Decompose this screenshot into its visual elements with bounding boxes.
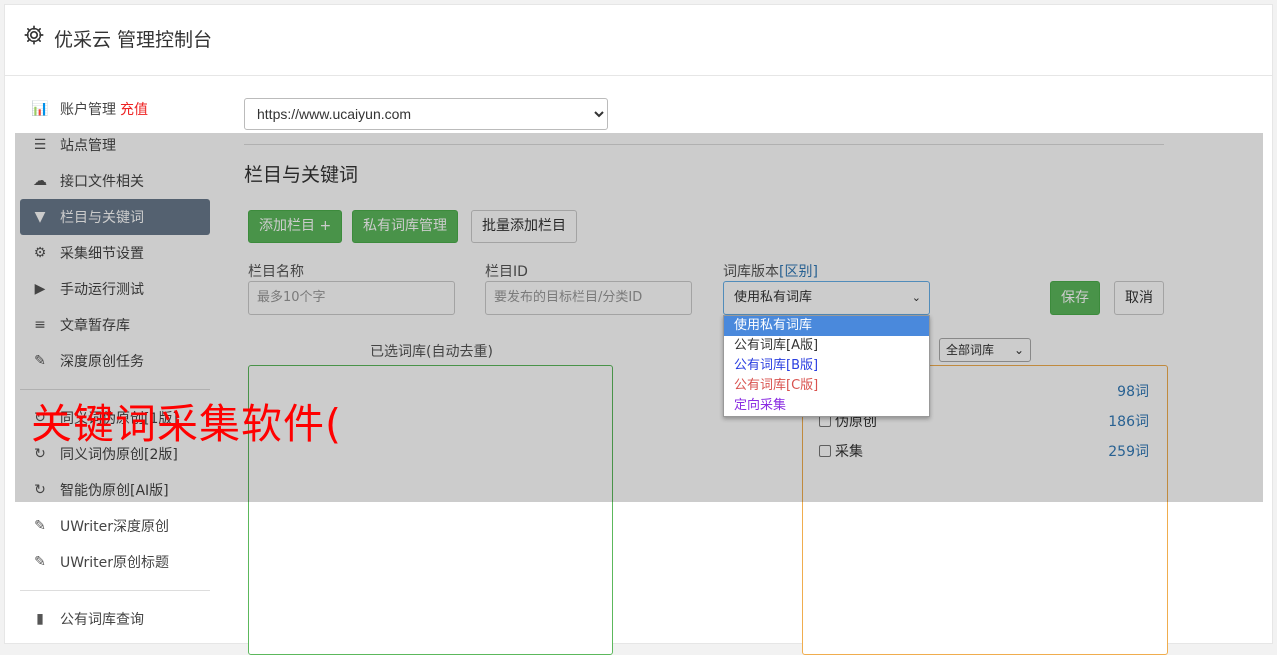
app-title: 优采云 管理控制台 bbox=[54, 29, 213, 51]
sidebar-item-account[interactable]: 📊 账户管理 充值 bbox=[20, 91, 210, 127]
lib-version-dropdown[interactable]: 使用私有词库 公有词库[A版] 公有词库[B版] 公有词库[C版] 定向采集 bbox=[723, 315, 930, 417]
sidebar-item-uwriter-deep[interactable]: ✎ UWriter深度原创 bbox=[20, 508, 210, 544]
site-select[interactable]: https://www.ucaiyun.com bbox=[244, 98, 608, 130]
edit-icon: ✎ bbox=[34, 554, 46, 570]
sidebar-item-public-lib[interactable]: ▮ 公有词库查询 bbox=[20, 601, 210, 637]
bar-chart-icon: 📊 bbox=[31, 101, 49, 117]
dropdown-option[interactable]: 公有词库[B版] bbox=[724, 356, 929, 376]
book-icon: ▮ bbox=[36, 611, 44, 627]
sidebar-item-label: 账户管理 bbox=[60, 102, 116, 118]
sidebar-item-label: 公有词库查询 bbox=[60, 612, 144, 628]
watermark-text: 关键词采集软件( bbox=[31, 400, 342, 448]
sidebar-item-label: UWriter深度原创 bbox=[60, 519, 169, 535]
gear-icon bbox=[24, 25, 44, 45]
dropdown-option[interactable]: 定向采集 bbox=[724, 396, 929, 416]
dropdown-option[interactable]: 公有词库[A版] bbox=[724, 336, 929, 356]
header-bar: 优采云 管理控制台 bbox=[5, 5, 1272, 76]
sidebar-item-uwriter-title[interactable]: ✎ UWriter原创标题 bbox=[20, 544, 210, 580]
sidebar-divider bbox=[20, 590, 210, 591]
dropdown-option[interactable]: 公有词库[C版] bbox=[724, 376, 929, 396]
edit-icon: ✎ bbox=[34, 518, 46, 534]
sidebar-item-label: UWriter原创标题 bbox=[60, 555, 169, 571]
recharge-link[interactable]: 充值 bbox=[120, 99, 148, 119]
dropdown-option[interactable]: 使用私有词库 bbox=[724, 316, 929, 336]
